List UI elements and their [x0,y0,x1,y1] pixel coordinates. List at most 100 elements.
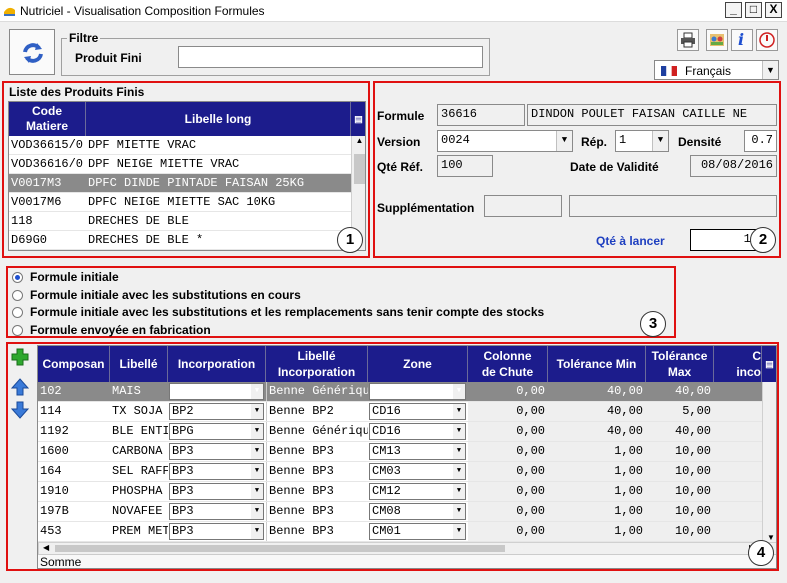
users-button[interactable] [706,29,728,51]
chevron-down-icon[interactable]: ▼ [556,131,572,151]
incorporation-select[interactable]: BP3 ▼ [169,523,264,540]
product-row[interactable]: VOD36616/0 DPF NEIGE MIETTE VRAC [9,155,351,174]
cell-libelle-incorporation: Benne Générique [266,382,368,401]
composition-row[interactable]: 1600 CARBONA BP3 ▼ Benne BP3 CM13 ▼ 0,00 1,00 10,… [38,442,762,462]
zone-select[interactable]: CM13 ▼ [369,443,466,460]
cell-libelle: CARBONA [112,444,163,458]
chevron-down-icon[interactable]: ▼ [251,504,263,519]
zone-select[interactable]: CD16 ▼ [369,423,466,440]
product-row[interactable]: V0017M6 DPFC NEIGE MIETTE SAC 10KG [9,193,351,212]
column-settings-icon[interactable]: ▤ [351,102,365,136]
col-header-tol-min[interactable]: Tolérance Min [548,346,646,382]
minimize-button[interactable]: _ [725,2,742,18]
incorporation-select[interactable]: BP3 ▼ [169,503,264,520]
chevron-down-icon[interactable]: ▼ [251,384,263,399]
incorporation-select[interactable]: BP3 ▼ [169,443,264,460]
zone-select[interactable]: CM08 ▼ [369,503,466,520]
close-button[interactable]: X [765,2,782,18]
col-header-libelle-incorporation[interactable]: Libellé Incorporation [266,346,368,382]
chevron-down-icon[interactable]: ▼ [251,484,263,499]
composition-row[interactable]: 1910 PHOSPHA BP3 ▼ Benne BP3 CM12 ▼ 0,00 1,00 10,… [38,482,762,502]
densite-input[interactable]: 0.7 [744,130,777,152]
grid-vscrollbar[interactable]: ▼ [762,382,776,544]
chevron-down-icon[interactable]: ▼ [251,444,263,459]
composition-row[interactable]: 197B NOVAFEE BP3 ▼ Benne BP3 CM08 ▼ 0,00 1,00 10,… [38,502,762,522]
info-button[interactable]: i [731,29,753,51]
arrow-up-icon [10,378,30,396]
add-button[interactable] [9,346,31,368]
print-button[interactable] [677,29,699,51]
col-header-incorporation[interactable]: Incorporation [168,346,266,382]
chevron-down-icon[interactable]: ▼ [762,61,778,79]
cell-tol-max: 10,00 [646,502,714,521]
scroll-left-icon[interactable]: ◀ [43,543,49,552]
cell-composant: 197B [40,504,69,518]
product-row[interactable]: V0017M3 DPFC DINDE PINTADE FAISAN 25KG [9,174,351,193]
col-header-extra[interactable]: C inco [714,346,762,382]
col-header-tol-max[interactable]: Tolérance Max [646,346,714,382]
chevron-down-icon[interactable]: ▼ [251,424,263,439]
composition-row[interactable]: 114 TX SOJA -BP2▼Benne BP2CD16▼0,0040,005… [38,402,762,422]
move-down-button[interactable] [9,399,31,421]
product-row[interactable]: 118 DRECHES DE BLE [9,212,351,231]
zone-select[interactable]: CD16 ▼ [369,383,466,400]
chevron-down-icon[interactable]: ▼ [652,131,668,151]
language-select[interactable]: Français ▼ [654,60,779,80]
chevron-down-icon[interactable]: ▼ [453,384,465,399]
col-header-composant[interactable]: Composan [38,346,110,382]
incorporation-select[interactable]: BPG ▼ [169,383,264,400]
scroll-up-icon[interactable]: ▲ [352,136,365,145]
composition-row[interactable]: 1192 BLE ENTIIBPG▼Benne GénériqueCD16▼0,0… [38,422,762,442]
hscroll-thumb[interactable] [55,545,505,552]
col-header-colonne-chute[interactable]: Colonne de Chute [468,346,548,382]
svg-text:i: i [738,30,744,48]
chevron-down-icon[interactable]: ▼ [453,484,465,499]
incorporation-select[interactable]: BPG ▼ [169,423,264,440]
composition-row[interactable]: 164 SEL RAFF BP3 ▼ Benne BP3 CM03 ▼ 0,00 1,00 10,… [38,462,762,482]
version-select[interactable]: 0024 ▼ [437,130,573,152]
date-label: Date de Validité [570,160,659,174]
radio-button[interactable] [12,272,23,283]
refresh-button[interactable] [9,29,55,75]
zone-select[interactable]: CM12 ▼ [369,483,466,500]
radio-button[interactable] [12,307,23,318]
move-up-button[interactable] [9,376,31,398]
col-header-code[interactable]: Code Matiere [9,102,86,136]
product-row[interactable]: D69G0 DRECHES DE BLE * [9,231,351,250]
maximize-button[interactable]: □ [745,2,762,18]
chevron-down-icon[interactable]: ▼ [453,524,465,539]
zone-select[interactable]: CD16 ▼ [369,403,466,420]
incorporation-select[interactable]: BP3 ▼ [169,463,264,480]
incorporation-select[interactable]: BP3 ▼ [169,483,264,500]
cell-tol-min: 1,00 [548,502,646,521]
rep-select[interactable]: 1 ▼ [615,130,669,152]
zone-select[interactable]: CM01 ▼ [369,523,466,540]
cell-libelle: PREM MET [112,524,168,538]
scroll-thumb[interactable] [354,154,365,184]
stop-button[interactable] [756,29,778,51]
chevron-down-icon[interactable]: ▼ [453,404,465,419]
col-header-libelle[interactable]: Libellé [110,346,168,382]
chevron-down-icon[interactable]: ▼ [251,524,263,539]
grid-settings-icon[interactable]: ▤ [762,346,776,382]
radio-button[interactable] [12,289,23,301]
chevron-down-icon[interactable]: ▼ [453,504,465,519]
cell-tol-max: 5,00 [646,402,714,421]
composition-row[interactable]: 453 PREM MET BP3 ▼ Benne BP3 CM01 ▼ 0,00 1,00 10,… [38,522,762,542]
chevron-down-icon[interactable]: ▼ [251,464,263,479]
radio-button[interactable] [12,324,23,336]
grid-hscrollbar[interactable]: ◀ ▶ [38,542,776,554]
product-input[interactable] [178,46,483,68]
col-header-libelle[interactable]: Libelle long [86,102,351,136]
chevron-down-icon[interactable]: ▼ [453,424,465,439]
cell-composant: 453 [40,524,62,538]
chevron-down-icon[interactable]: ▼ [453,444,465,459]
zone-select[interactable]: CM03 ▼ [369,463,466,480]
col-header-zone[interactable]: Zone [368,346,468,382]
chevron-down-icon[interactable]: ▼ [251,404,263,419]
cell-extra [714,522,762,541]
product-row[interactable]: VOD36615/0 DPF MIETTE VRAC [9,136,351,155]
composition-row[interactable]: 102 MAIS BPG ▼ Benne Générique CD16 ▼ 0,00 40,00… [38,382,762,402]
incorporation-select[interactable]: BP2 ▼ [169,403,264,420]
chevron-down-icon[interactable]: ▼ [453,464,465,479]
